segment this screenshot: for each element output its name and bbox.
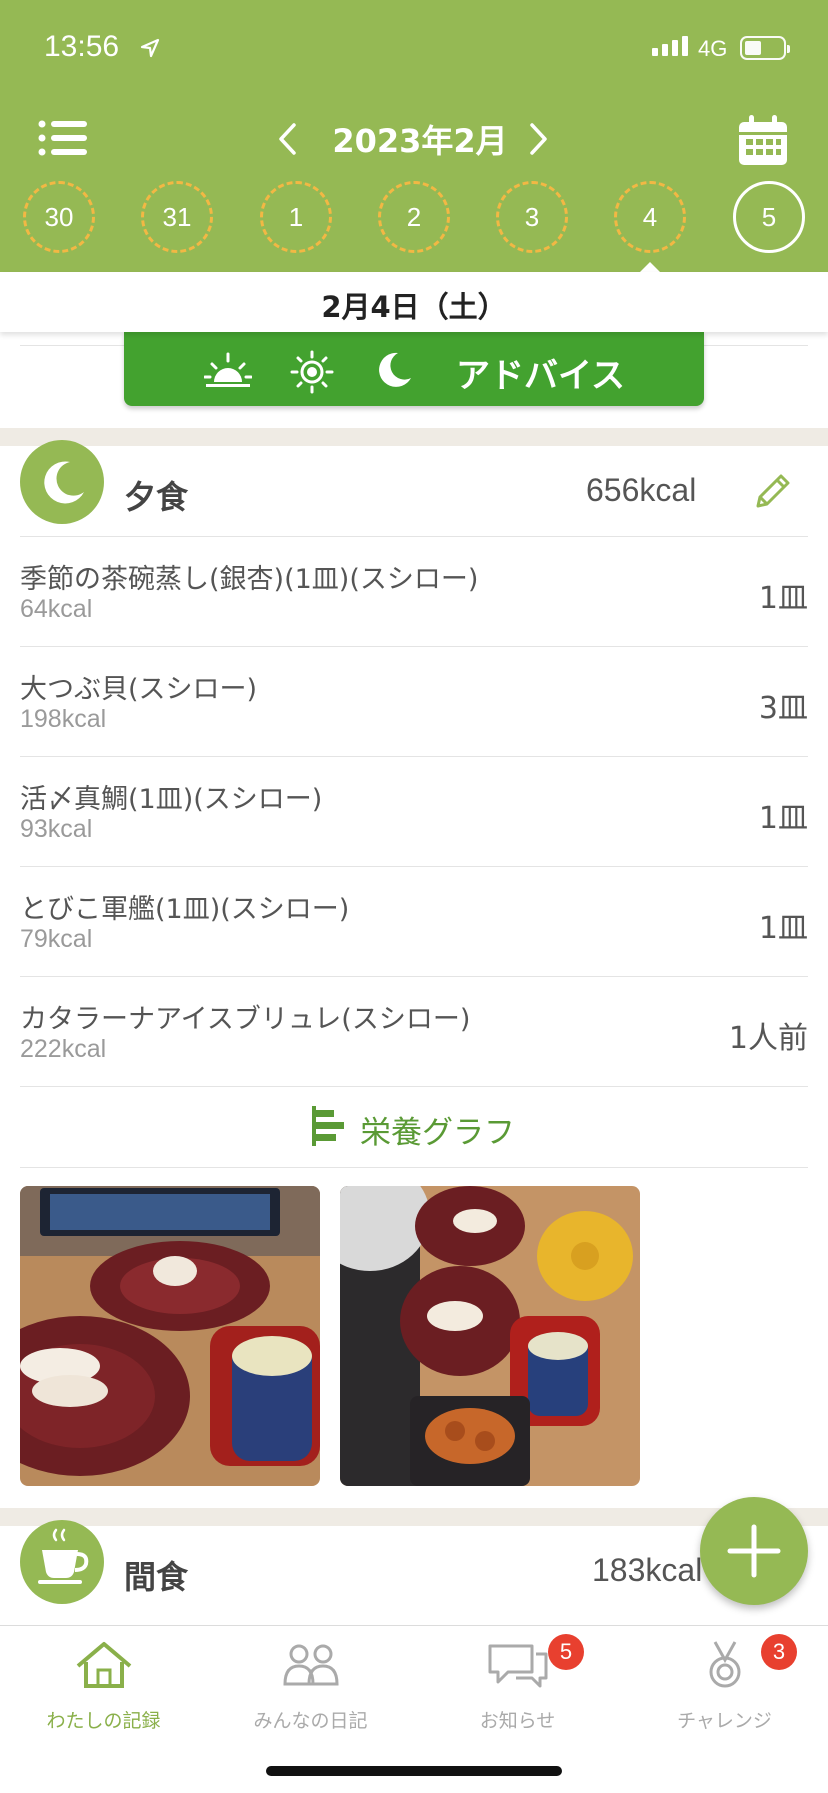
prev-month-button[interactable]	[276, 122, 300, 156]
day-2[interactable]: 2	[378, 181, 450, 253]
date-bar: 2月4日（土）	[0, 272, 828, 332]
sunrise-icon	[204, 352, 252, 387]
menu-list-button[interactable]	[38, 118, 88, 158]
food-kcal: 222kcal	[20, 1035, 107, 1063]
nutrition-graph-button[interactable]: 栄養グラフ	[20, 1086, 808, 1168]
dinner-moon-icon	[20, 440, 104, 524]
day-30[interactable]: 30	[23, 181, 95, 253]
section-separator	[0, 428, 828, 446]
selected-date-label: 2月4日（土）	[321, 290, 507, 324]
food-name: 活〆真鯛(1皿)(スシロー)	[20, 784, 323, 815]
food-quantity: 1皿	[758, 911, 808, 946]
food-quantity: 3皿	[758, 691, 808, 726]
advice-label: アドバイス	[456, 356, 625, 396]
food-item[interactable]: 大つぶ貝(スシロー) 198kcal 3皿	[20, 646, 808, 757]
signal-icon	[652, 36, 688, 56]
food-name: 大つぶ貝(スシロー)	[20, 674, 258, 705]
day-5[interactable]: 5	[733, 181, 805, 253]
food-name: カタラーナアイスブリュレ(スシロー)	[20, 1004, 471, 1035]
sun-icon	[290, 350, 334, 394]
snack-kcal: 183kcal	[592, 1552, 703, 1588]
day-selector: 30 31 1 2 3 4 5	[0, 181, 828, 261]
food-kcal: 64kcal	[20, 595, 93, 623]
food-item[interactable]: 活〆真鯛(1皿)(スシロー) 93kcal 1皿	[20, 756, 808, 867]
tab-label: みんなの日記	[253, 1710, 368, 1732]
location-arrow-icon	[140, 38, 160, 58]
tab-label: わたしの記録	[46, 1710, 161, 1732]
snack-coffee-icon	[20, 1520, 104, 1604]
network-type: 4G	[698, 36, 728, 61]
day-1[interactable]: 1	[260, 181, 332, 253]
battery-icon	[740, 36, 790, 60]
food-kcal: 93kcal	[20, 815, 93, 843]
day-3[interactable]: 3	[496, 181, 568, 253]
plus-icon	[727, 1524, 781, 1578]
bar-graph-icon	[312, 1106, 344, 1146]
tab-my-records[interactable]: わたしの記録	[0, 1640, 207, 1740]
meal-photo[interactable]	[20, 1186, 320, 1486]
food-name: とびこ軍艦(1皿)(スシロー)	[20, 894, 350, 925]
next-month-button[interactable]	[526, 122, 550, 156]
food-item[interactable]: カタラーナアイスブリュレ(スシロー) 222kcal 1人前	[20, 976, 808, 1087]
snack-title: 間食	[124, 1558, 189, 1596]
tab-label: お知らせ	[479, 1710, 556, 1732]
food-kcal: 198kcal	[20, 705, 107, 733]
moon-icon	[379, 352, 411, 387]
home-icon	[76, 1642, 132, 1688]
status-time: 13:56	[44, 30, 120, 63]
food-item[interactable]: とびこ軍艦(1皿)(スシロー) 79kcal 1皿	[20, 866, 808, 977]
food-quantity: 1皿	[758, 581, 808, 616]
challenge-badge: 3	[761, 1634, 797, 1670]
food-kcal: 79kcal	[20, 925, 93, 953]
medal-icon	[709, 1641, 741, 1688]
calendar-button[interactable]	[736, 114, 790, 168]
chat-bubble-icon	[488, 1644, 548, 1688]
tab-challenge[interactable]: 3 チャレンジ	[621, 1634, 828, 1740]
meal-photo[interactable]	[340, 1186, 640, 1486]
nutrition-graph-label: 栄養グラフ	[360, 1115, 515, 1151]
app-header: 13:56 4G 2023年2月 30 31 1 2 3 4 5	[0, 0, 828, 272]
food-quantity: 1人前	[728, 1021, 808, 1056]
edit-pencil-icon[interactable]	[750, 470, 794, 514]
dinner-title: 夕食	[124, 478, 189, 516]
food-quantity: 1皿	[758, 801, 808, 836]
tab-notifications[interactable]: 5 お知らせ	[414, 1634, 621, 1740]
people-icon	[283, 1644, 339, 1686]
notification-badge: 5	[548, 1634, 584, 1670]
tab-label: チャレンジ	[677, 1710, 772, 1732]
food-name: 季節の茶碗蒸し(銀杏)(1皿)(スシロー)	[20, 564, 479, 595]
food-item[interactable]: 季節の茶碗蒸し(銀杏)(1皿)(スシロー) 64kcal 1皿	[20, 536, 808, 647]
home-indicator	[266, 1766, 562, 1776]
dinner-kcal: 656kcal	[586, 472, 697, 508]
add-meal-button[interactable]	[700, 1497, 808, 1605]
month-title: 2023年2月	[332, 122, 508, 160]
advice-button[interactable]: アドバイス	[124, 332, 704, 406]
day-31[interactable]: 31	[141, 181, 213, 253]
day-4[interactable]: 4	[614, 181, 686, 253]
tab-everyone-diary[interactable]: みんなの日記	[207, 1640, 414, 1740]
